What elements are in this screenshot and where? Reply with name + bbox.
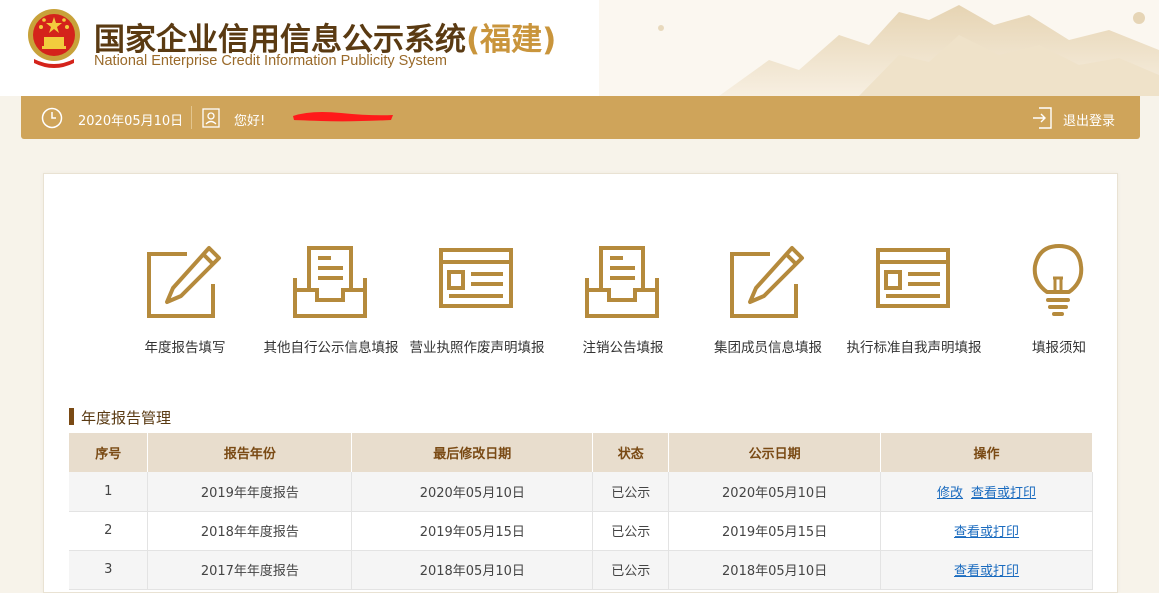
cell-published: 2020年05月10日	[668, 472, 882, 512]
site-title-english: National Enterprise Credit Information P…	[94, 53, 447, 69]
func-filing-notice[interactable]: 填报须知	[986, 240, 1132, 360]
view-print-link[interactable]: 查看或打印	[971, 486, 1036, 501]
col-header-published: 公示日期	[668, 433, 882, 472]
site-title-province: (福建)	[466, 22, 557, 58]
cell-no: 2	[69, 511, 149, 551]
cell-no: 1	[69, 472, 149, 512]
func-label: 集团成员信息填报	[714, 340, 822, 356]
cell-modified: 2019年05月15日	[351, 511, 594, 551]
func-label: 注销公告填报	[582, 340, 664, 356]
mountain-landscape-decoration	[599, 0, 1159, 96]
cell-modified: 2018年05月10日	[351, 550, 594, 590]
site-header: 国家企业信用信息公示系统(福建) National Enterprise Cre…	[0, 0, 1159, 96]
col-header-modified: 最后修改日期	[351, 433, 594, 472]
col-header-no: 序号	[69, 433, 149, 472]
col-header-status: 状态	[592, 433, 670, 472]
cell-status: 已公示	[592, 472, 670, 512]
func-other-disclosure[interactable]: 其他自行公示信息填报	[258, 240, 404, 360]
func-standard-declaration[interactable]: 执行标准自我声明填报	[841, 240, 987, 360]
cell-no: 3	[69, 550, 149, 590]
toolbar-divider	[191, 106, 192, 129]
license-card-icon	[439, 248, 513, 308]
table-row: 3 2017年年度报告 2018年05月10日 已公示 2018年05月10日 …	[69, 550, 1093, 590]
cell-actions: 查看或打印	[880, 511, 1093, 551]
license-card-icon	[876, 248, 950, 308]
pen-edit-icon	[147, 246, 221, 318]
logout-icon[interactable]	[1032, 107, 1052, 129]
func-label: 营业执照作废声明填报	[409, 340, 545, 356]
national-emblem-icon	[28, 9, 80, 68]
clock-icon	[41, 107, 63, 129]
func-label: 填报须知	[1032, 340, 1086, 356]
func-deregistration[interactable]: 注销公告填报	[550, 240, 696, 360]
table-row: 2 2018年年度报告 2019年05月15日 已公示 2019年05月15日 …	[69, 511, 1093, 551]
cell-status: 已公示	[592, 550, 670, 590]
user-icon	[202, 108, 220, 128]
col-header-actions: 操作	[880, 433, 1093, 472]
edit-link[interactable]: 修改	[937, 486, 963, 501]
view-print-link[interactable]: 查看或打印	[954, 525, 1019, 540]
func-label: 其他自行公示信息填报	[263, 340, 399, 356]
annual-report-table: 序号 报告年份 最后修改日期 状态 公示日期 操作 1 2019年年度报告 20…	[69, 433, 1093, 590]
func-label: 执行标准自我声明填报	[846, 340, 982, 356]
user-toolbar: 2020年05月10日 您好! 退出登录	[21, 96, 1140, 139]
func-license-void[interactable]: 营业执照作废声明填报	[404, 240, 550, 360]
cell-status: 已公示	[592, 511, 670, 551]
table-row: 1 2019年年度报告 2020年05月10日 已公示 2020年05月10日 …	[69, 472, 1093, 512]
cell-year: 2019年年度报告	[147, 472, 353, 512]
redacted-username	[293, 112, 393, 122]
current-date: 2020年05月10日	[78, 114, 184, 129]
view-print-link[interactable]: 查看或打印	[954, 564, 1019, 579]
pen-edit-icon	[730, 246, 804, 318]
cell-year: 2017年年度报告	[147, 550, 353, 590]
cell-published: 2019年05月15日	[668, 511, 882, 551]
cell-published: 2018年05月10日	[668, 550, 882, 590]
lightbulb-icon	[1032, 244, 1084, 316]
inbox-document-icon	[293, 246, 367, 318]
function-menu: 年度报告填写 其他自行公示信息填报 营业执照作废声明填报 注销公告填报 集团成员…	[44, 240, 1119, 360]
inbox-document-icon	[585, 246, 659, 318]
table-header-row: 序号 报告年份 最后修改日期 状态 公示日期 操作	[69, 433, 1093, 472]
logout-link[interactable]: 退出登录	[1063, 110, 1115, 129]
col-header-year: 报告年份	[147, 433, 353, 472]
main-panel: 年度报告填写 其他自行公示信息填报 营业执照作废声明填报 注销公告填报 集团成员…	[43, 173, 1118, 593]
cell-actions: 查看或打印	[880, 550, 1093, 590]
section-title-annual-reports: 年度报告管理	[69, 407, 171, 428]
func-label: 年度报告填写	[144, 340, 226, 356]
cell-modified: 2020年05月10日	[351, 472, 594, 512]
func-annual-report[interactable]: 年度报告填写	[112, 240, 258, 360]
cell-actions: 修改 查看或打印	[880, 472, 1093, 512]
func-group-member[interactable]: 集团成员信息填报	[695, 240, 841, 360]
cell-year: 2018年年度报告	[147, 511, 353, 551]
greeting-text: 您好!	[234, 114, 266, 129]
